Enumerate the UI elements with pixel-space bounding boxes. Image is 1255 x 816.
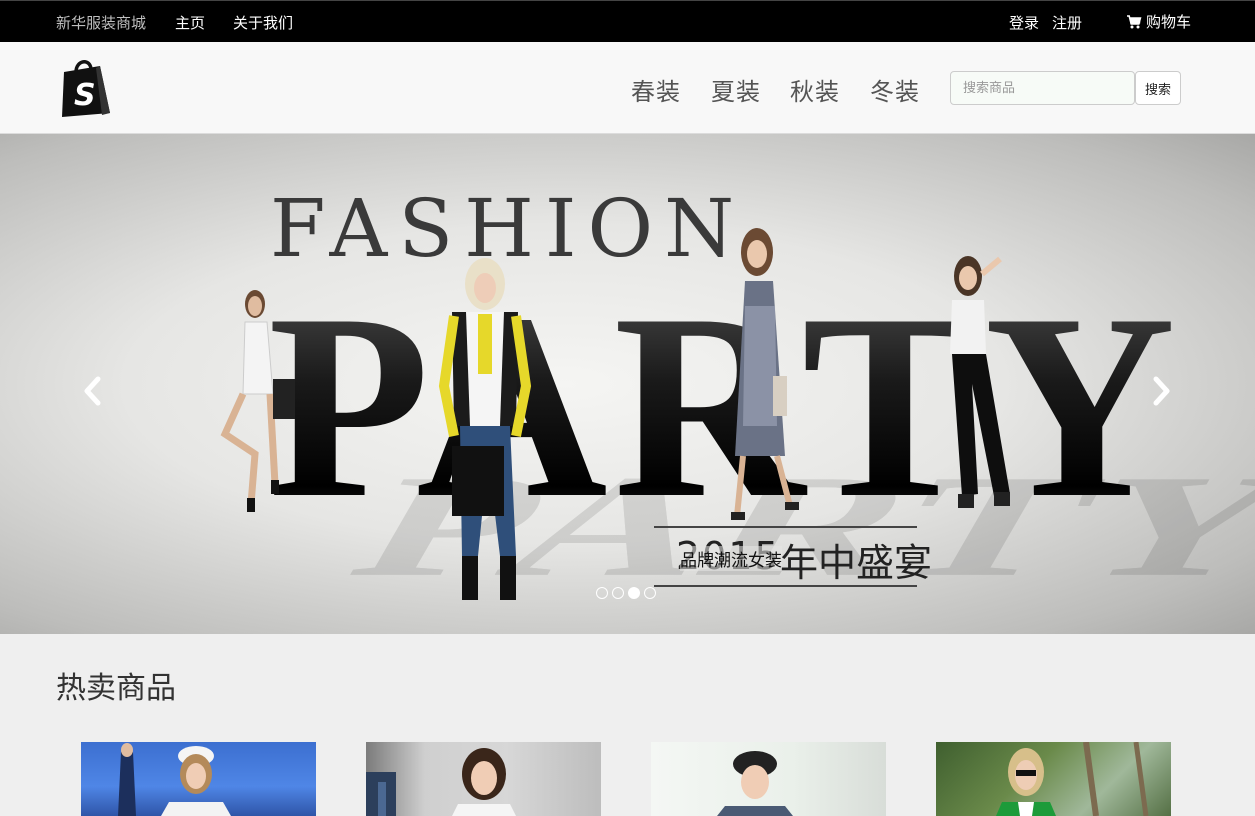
- cart-label: 购物车: [1146, 13, 1192, 31]
- banner-carousel[interactable]: FASHION PARTY PARTY: [0, 134, 1255, 634]
- carousel-dot-2[interactable]: [612, 587, 624, 599]
- promo-line-bottom: [654, 585, 917, 587]
- shopping-bag-logo-icon[interactable]: S: [58, 57, 114, 119]
- carousel-dot-4[interactable]: [644, 587, 656, 599]
- top-navbar: 新华服装商城 主页 关于我们 登录 注册 购物车: [0, 0, 1255, 42]
- product-card-4[interactable]: [936, 742, 1171, 816]
- category-winter[interactable]: 冬装: [870, 72, 920, 107]
- carousel-indicators: [596, 587, 656, 599]
- category-spring[interactable]: 春装: [631, 72, 681, 107]
- carousel-dot-1[interactable]: [596, 587, 608, 599]
- nav-home[interactable]: 主页: [175, 12, 205, 33]
- logo-letter: S: [74, 78, 96, 113]
- product-image-1: [118, 743, 231, 816]
- search-input[interactable]: [950, 71, 1135, 105]
- model-figure-2: [438, 258, 532, 600]
- product-card-2[interactable]: [366, 742, 601, 816]
- brand-name[interactable]: 新华服装商城: [56, 12, 146, 33]
- search-button[interactable]: 搜索: [1135, 71, 1181, 105]
- chevron-right-icon[interactable]: [1146, 374, 1176, 408]
- chevron-left-icon[interactable]: [78, 374, 108, 408]
- product-card-3[interactable]: [651, 742, 886, 816]
- promo-title: 年中盛宴: [780, 541, 933, 585]
- cart-icon: [1127, 14, 1142, 28]
- product-image-2: [366, 748, 516, 816]
- model-figure-4: [950, 256, 1010, 508]
- promo-line-top: [654, 526, 917, 528]
- hot-products-title: 热卖商品: [56, 671, 176, 706]
- login-link[interactable]: 登录: [1009, 12, 1039, 33]
- model-figure-3: [731, 228, 799, 520]
- promo-subtitle: 品牌潮流女装: [680, 546, 782, 571]
- register-link[interactable]: 注册: [1052, 12, 1082, 33]
- model-figure-1: [220, 290, 295, 512]
- product-image-3: [717, 751, 793, 816]
- product-image-4: [996, 742, 1149, 816]
- main-header: S 春装 夏装 秋装 冬装 搜索: [0, 42, 1255, 134]
- category-autumn[interactable]: 秋装: [790, 72, 840, 107]
- cart-link[interactable]: 购物车: [1126, 11, 1191, 32]
- carousel-dot-3[interactable]: [628, 587, 640, 599]
- category-summer[interactable]: 夏装: [711, 72, 761, 107]
- product-card-1[interactable]: [81, 742, 316, 816]
- nav-about[interactable]: 关于我们: [233, 12, 293, 33]
